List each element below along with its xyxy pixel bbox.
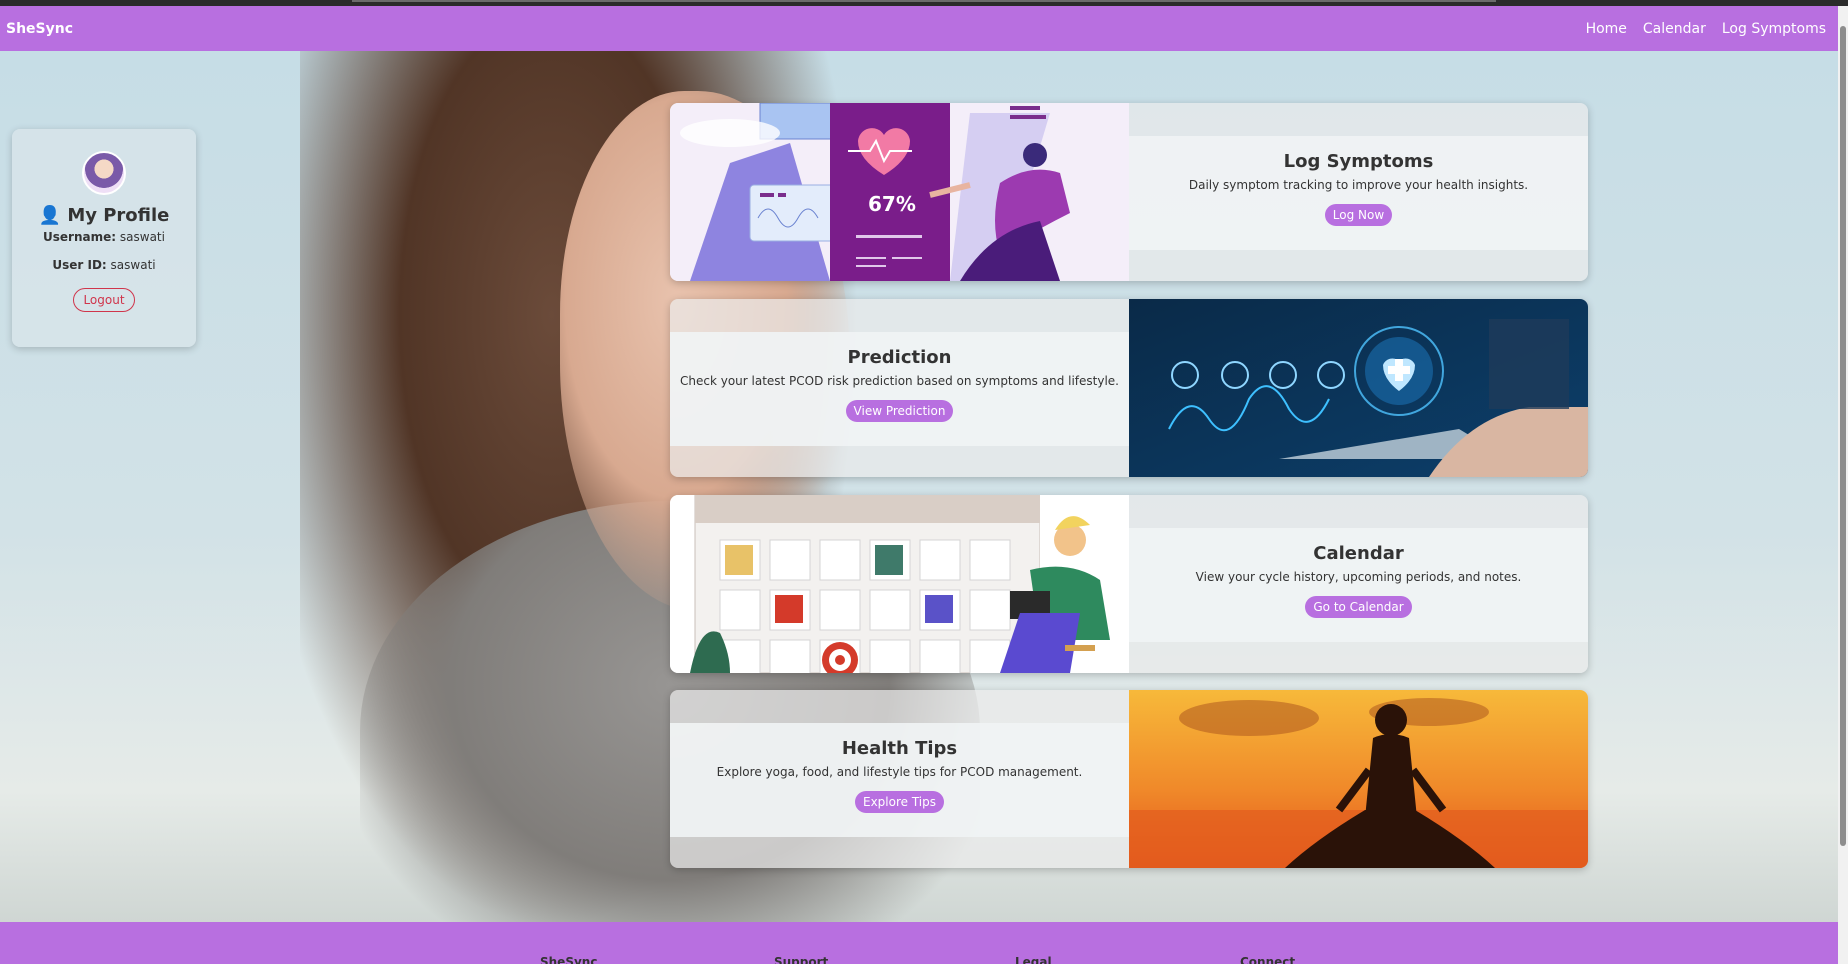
nav-links: Home Calendar Log Symptoms xyxy=(1586,21,1826,37)
illustration-stat: 67% xyxy=(868,192,916,216)
footer-col-support: Support xyxy=(774,955,829,964)
nav-calendar-link[interactable]: Calendar xyxy=(1643,21,1706,37)
card-title: Health Tips xyxy=(841,738,958,759)
footer-col-connect: Connect xyxy=(1240,955,1296,964)
footer: SheSync Support Legal Connect xyxy=(0,922,1838,964)
card-title: Log Symptoms xyxy=(1283,151,1434,172)
calendar-content: Calendar View your cycle history, upcomi… xyxy=(1129,528,1588,642)
health-tips-illustration xyxy=(1129,690,1588,868)
nav-home-link[interactable]: Home xyxy=(1586,21,1627,37)
card-description: Explore yoga, food, and lifestyle tips f… xyxy=(716,765,1083,779)
card-health-tips: Health Tips Explore yoga, food, and life… xyxy=(670,690,1588,868)
userid-value: saswati xyxy=(110,258,156,272)
username-value: saswati xyxy=(119,230,165,244)
footer-col-shesync: SheSync xyxy=(540,955,598,964)
log-symptoms-illustration: 67% xyxy=(670,103,1129,281)
navbar: SheSync Home Calendar Log Symptoms xyxy=(0,6,1838,51)
go-to-calendar-button[interactable]: Go to Calendar xyxy=(1305,596,1412,618)
user-icon: 👤 xyxy=(38,205,62,226)
card-description: Check your latest PCOD risk prediction b… xyxy=(679,374,1119,388)
username-label: Username: xyxy=(43,230,117,244)
hero-background: 👤 My Profile Username: saswati User ID: … xyxy=(0,51,1838,922)
health-tips-content: Health Tips Explore yoga, food, and life… xyxy=(670,723,1129,837)
profile-card: 👤 My Profile Username: saswati User ID: … xyxy=(12,129,196,347)
footer-col-legal: Legal xyxy=(1015,955,1052,964)
logout-button[interactable]: Logout xyxy=(73,288,135,312)
view-prediction-button[interactable]: View Prediction xyxy=(845,400,954,422)
card-title: Calendar xyxy=(1313,543,1404,564)
profile-title-text: My Profile xyxy=(67,205,170,226)
log-symptoms-content: Log Symptoms Daily symptom tracking to i… xyxy=(1129,136,1588,250)
avatar xyxy=(82,151,126,195)
profile-title: 👤 My Profile xyxy=(12,205,196,226)
calendar-illustration xyxy=(670,495,1129,673)
card-log-symptoms: 67% Log Symptoms Daily symptom tracking … xyxy=(670,103,1588,281)
profile-username: Username: saswati xyxy=(12,230,196,244)
nav-log-symptoms-link[interactable]: Log Symptoms xyxy=(1722,21,1826,37)
card-description: View your cycle history, upcoming period… xyxy=(1195,570,1522,584)
brand-logo[interactable]: SheSync xyxy=(6,21,73,37)
log-now-button[interactable]: Log Now xyxy=(1324,204,1393,226)
card-calendar: Calendar View your cycle history, upcomi… xyxy=(670,495,1588,673)
explore-tips-button[interactable]: Explore Tips xyxy=(854,791,944,813)
userid-label: User ID: xyxy=(52,258,107,272)
card-prediction: Prediction Check your latest PCOD risk p… xyxy=(670,299,1588,477)
prediction-illustration xyxy=(1129,299,1588,477)
card-description: Daily symptom tracking to improve your h… xyxy=(1188,178,1529,192)
card-title: Prediction xyxy=(847,347,952,368)
scrollbar-thumb[interactable] xyxy=(1840,26,1846,846)
profile-userid: User ID: saswati xyxy=(12,258,196,272)
prediction-content: Prediction Check your latest PCOD risk p… xyxy=(670,332,1129,446)
page-scrollbar[interactable] xyxy=(1838,6,1848,964)
